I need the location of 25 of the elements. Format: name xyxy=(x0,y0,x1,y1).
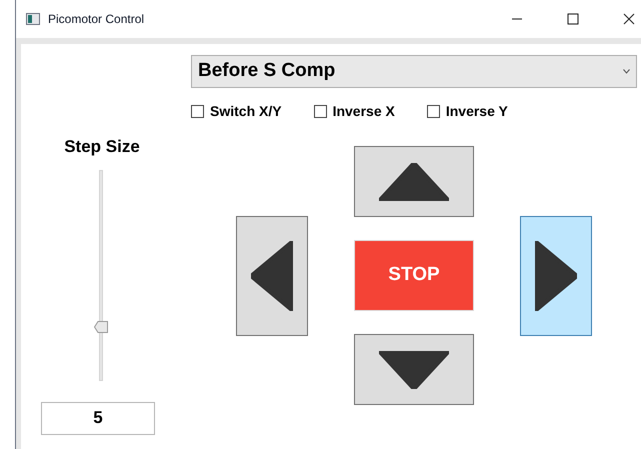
app-icon xyxy=(26,13,40,25)
move-up-button[interactable] xyxy=(354,146,474,217)
move-left-button[interactable] xyxy=(236,216,308,336)
move-right-button[interactable] xyxy=(520,216,592,336)
preset-dropdown[interactable]: Before S Comp xyxy=(191,55,637,88)
step-size-field[interactable]: 5 xyxy=(41,402,155,434)
step-size-label: Step Size xyxy=(64,136,140,158)
checkbox[interactable] xyxy=(191,105,204,118)
checkbox[interactable] xyxy=(314,105,327,118)
step-size-slider[interactable] xyxy=(91,170,111,380)
triangle-icon xyxy=(535,240,577,310)
stop-button[interactable]: STOP xyxy=(354,240,474,311)
triangle-icon xyxy=(379,162,449,200)
window-title: Picomotor Control xyxy=(48,11,144,28)
triangle-icon xyxy=(379,350,449,388)
checkbox-label: Switch X/Y xyxy=(210,102,282,121)
maximize-icon[interactable] xyxy=(567,13,579,25)
checkbox-label: Inverse X xyxy=(332,102,395,121)
checkbox[interactable] xyxy=(426,105,440,118)
close-icon[interactable] xyxy=(623,13,635,25)
triangle-icon xyxy=(251,240,293,310)
slider-thumb[interactable] xyxy=(94,320,108,333)
move-down-button[interactable] xyxy=(354,334,474,405)
checkbox-label: Inverse Y xyxy=(446,102,508,121)
caret-icon xyxy=(623,69,630,74)
